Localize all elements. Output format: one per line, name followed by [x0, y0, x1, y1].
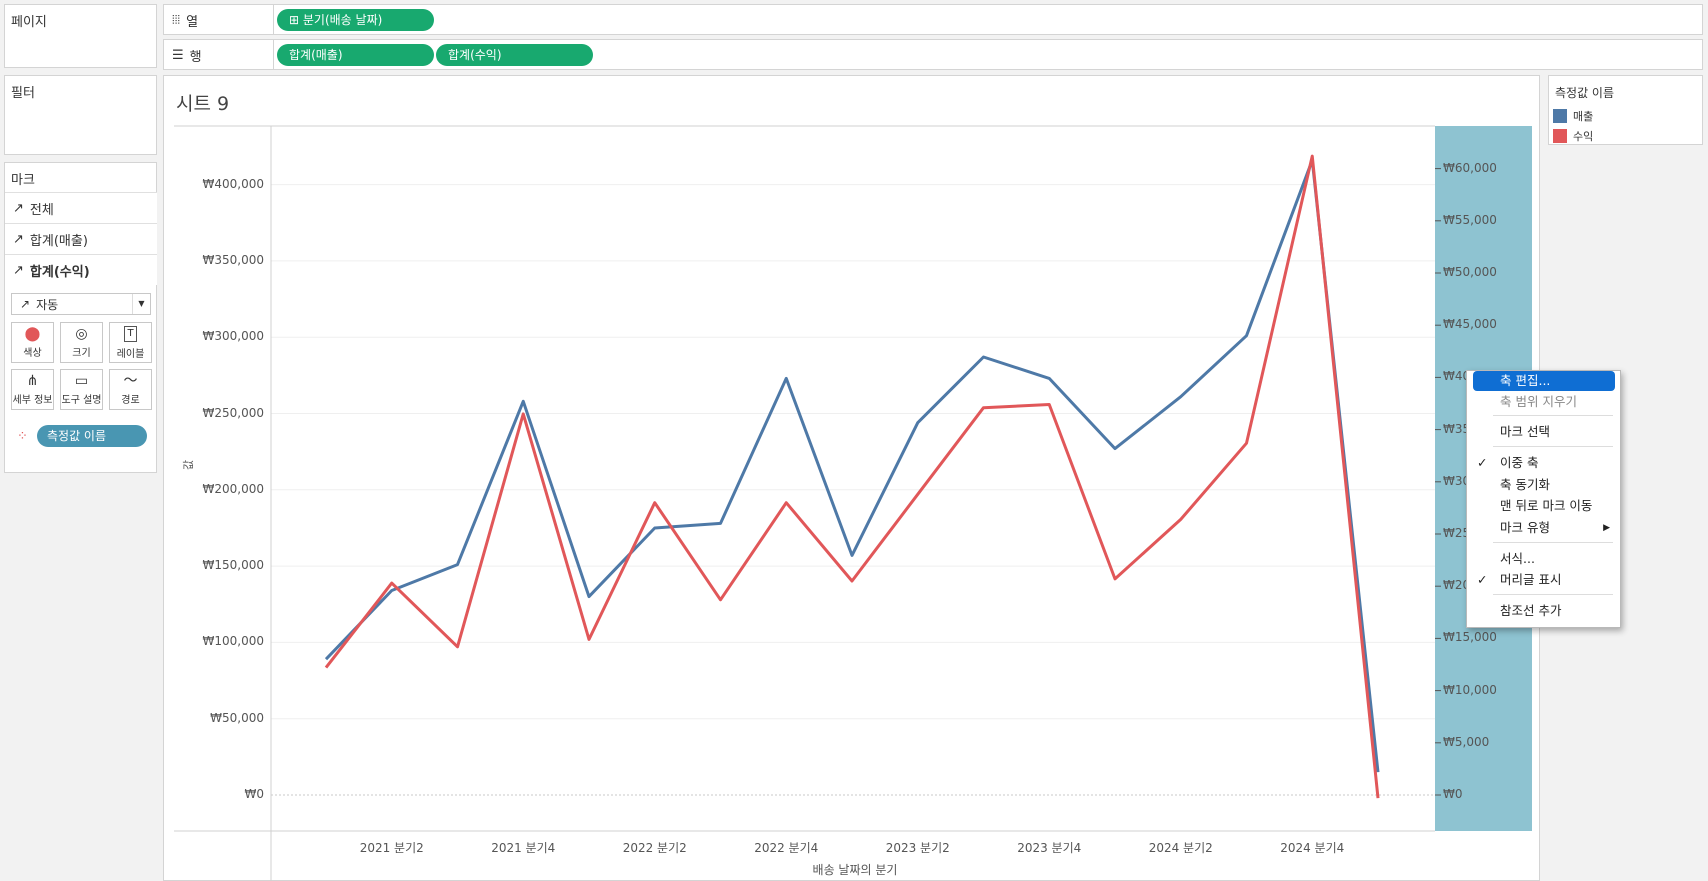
- x-axis-tick-label: 2021 분기2: [359, 841, 424, 855]
- line-mark-icon: ↗: [13, 200, 24, 216]
- x-axis-tick-label: 2023 분기4: [1017, 841, 1082, 855]
- legend-item-profit[interactable]: 수익: [1553, 128, 1593, 144]
- right-axis-tick-label: ₩10,000: [1443, 682, 1497, 697]
- checkmark-icon: ✓: [1477, 455, 1488, 470]
- y-axis-tick-label: ₩350,000: [202, 252, 265, 267]
- chevron-down-icon: ▼: [132, 294, 150, 314]
- pages-shelf[interactable]: 페이지: [4, 4, 157, 68]
- detail-hierarchy-icon: ⋔: [26, 372, 39, 389]
- mark-type-value: 자동: [36, 297, 59, 312]
- rows-pill-profit[interactable]: 합계(수익): [436, 44, 593, 66]
- tooltip-icon: ▭: [74, 372, 89, 389]
- marks-card-all[interactable]: ↗ 전체: [5, 192, 157, 223]
- menu-edit-axis[interactable]: 축 편집...: [1473, 371, 1615, 391]
- y-axis-tick-label: ₩300,000: [202, 329, 265, 344]
- checkmark-icon: ✓: [1477, 572, 1488, 587]
- menu-select-marks[interactable]: 마크 선택: [1467, 422, 1620, 442]
- menu-synchronize-axis[interactable]: 축 동기화: [1467, 475, 1620, 495]
- columns-shelf: ⦙⦙⦙ 열 ⊞ 분기(배송 날짜): [163, 4, 1703, 35]
- size-button[interactable]: ◎ 크기: [60, 322, 103, 363]
- filters-shelf-label: 필터: [11, 86, 35, 101]
- x-axis-title[interactable]: 배송 날짜의 분기: [780, 861, 930, 878]
- menu-format[interactable]: 서식...: [1467, 549, 1620, 569]
- menu-show-header[interactable]: ✓ 머리글 표시: [1467, 570, 1620, 590]
- label-button[interactable]: T 레이블: [109, 322, 152, 363]
- y-axis-tick-label: ₩150,000: [202, 558, 265, 573]
- menu-clear-axis-range[interactable]: 축 범위 지우기: [1467, 392, 1620, 412]
- menu-separator: [1493, 542, 1613, 543]
- columns-pill-quarter[interactable]: ⊞ 분기(배송 날짜): [277, 9, 434, 31]
- columns-shelf-label: 열: [186, 15, 199, 30]
- legend-title: 측정값 이름: [1555, 86, 1615, 100]
- y-axis-title[interactable]: 값: [180, 460, 196, 470]
- right-axis-tick-label: ₩45,000: [1443, 317, 1497, 332]
- path-button[interactable]: 〜 경로: [109, 369, 152, 410]
- menu-separator: [1493, 415, 1613, 416]
- menu-move-marks-to-back[interactable]: 맨 뒤로 마크 이동: [1467, 496, 1620, 516]
- legend-swatch-profit: [1553, 129, 1567, 143]
- tooltip-button[interactable]: ▭ 도구 설명: [60, 369, 103, 410]
- filters-shelf[interactable]: 필터: [4, 75, 157, 155]
- rows-icon: ☰: [172, 48, 184, 63]
- axis-context-menu: 축 편집... 축 범위 지우기 마크 선택 ✓ 이중 축 축 동기화 맨 뒤로 …: [1466, 370, 1621, 628]
- rows-shelf: ☰ 행 합계(매출) 합계(수익): [163, 39, 1703, 70]
- color-button[interactable]: ⬤ 색상: [11, 322, 54, 363]
- path-icon: 〜: [123, 372, 138, 389]
- y-axis-tick-label: ₩0: [244, 787, 265, 801]
- line-mark-icon: ↗: [13, 231, 24, 247]
- text-label-icon: T: [124, 325, 137, 342]
- y-axis-tick-label: ₩100,000: [202, 634, 265, 649]
- y-axis-tick-label: ₩200,000: [202, 481, 265, 496]
- measure-names-pill[interactable]: 측정값 이름: [37, 425, 147, 447]
- mark-type-dropdown[interactable]: ↗ 자동 ▼: [11, 293, 151, 315]
- legend: 측정값 이름 매출 수익: [1548, 75, 1703, 145]
- columns-icon: ⦙⦙⦙: [172, 13, 181, 27]
- y-axis-tick-label: ₩400,000: [202, 176, 265, 191]
- right-axis-tick-label: ₩60,000: [1443, 160, 1497, 175]
- line-mark-icon: ↗: [20, 297, 31, 311]
- right-axis-tick-label: ₩15,000: [1443, 630, 1497, 645]
- size-icon: ◎: [75, 325, 88, 342]
- menu-dual-axis[interactable]: ✓ 이중 축: [1467, 453, 1620, 473]
- x-axis-tick-label: 2024 분기2: [1148, 841, 1213, 855]
- y-axis-tick-label: ₩250,000: [202, 405, 265, 420]
- y-axis-tick-label: ₩50,000: [210, 710, 264, 725]
- view-area: 시트 9: [163, 75, 1540, 881]
- sheet-title: 시트 9: [176, 93, 230, 115]
- menu-add-reference-line[interactable]: 참조선 추가: [1467, 601, 1620, 621]
- legend-swatch-sales: [1553, 109, 1567, 123]
- x-axis-tick-label: 2021 분기4: [491, 841, 556, 855]
- menu-separator: [1493, 446, 1613, 447]
- menu-mark-type[interactable]: 마크 유형 ▶: [1467, 518, 1620, 538]
- x-axis-tick-label: 2022 분기4: [754, 841, 819, 855]
- legend-item-sales[interactable]: 매출: [1553, 108, 1593, 124]
- color-palette-icon: ⁘: [17, 429, 28, 444]
- marks-card-profit[interactable]: ↗ 합계(수익): [5, 254, 157, 285]
- right-axis-tick-label: ₩0: [1443, 787, 1463, 801]
- menu-separator: [1493, 594, 1613, 595]
- pages-shelf-label: 페이지: [11, 15, 47, 30]
- rows-shelf-label: 행: [189, 50, 202, 65]
- line-mark-icon: ↗: [13, 262, 24, 278]
- marks-card: 마크 ↗ 전체 ↗ 합계(매출) ↗ 합계(수익) ↗ 자동 ▼ ⬤ 색상 ◎ 크기 T레…: [4, 162, 157, 473]
- submenu-arrow-icon: ▶: [1603, 523, 1610, 533]
- right-axis-tick-label: ₩55,000: [1443, 212, 1497, 227]
- x-axis-tick-label: 2024 분기4: [1280, 841, 1345, 855]
- detail-button[interactable]: ⋔ 세부 정보: [11, 369, 54, 410]
- rows-pill-sales[interactable]: 합계(매출): [277, 44, 434, 66]
- color-palette-icon: ⬤: [24, 325, 41, 342]
- marks-card-label: 마크: [11, 173, 35, 188]
- right-axis-tick-label: ₩5,000: [1443, 734, 1490, 749]
- x-axis-tick-label: 2023 분기2: [885, 841, 950, 855]
- marks-card-sales[interactable]: ↗ 합계(매출): [5, 223, 157, 254]
- x-axis-tick-label: 2022 분기2: [622, 841, 687, 855]
- right-axis-tick-label: ₩50,000: [1443, 265, 1497, 279]
